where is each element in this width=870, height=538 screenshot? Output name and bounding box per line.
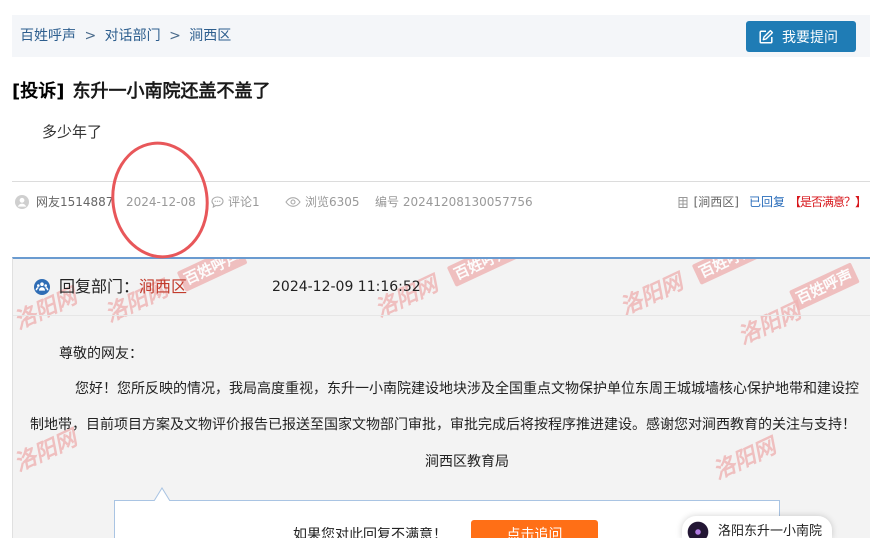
reply-body: 您好！您所反映的情况，我局高度重视，东升一小南院建设地块涉及全国重点文物保护单位… [30, 381, 859, 433]
breadcrumb-separator: > [169, 28, 181, 44]
user-icon [15, 195, 29, 209]
eye-icon [285, 197, 301, 207]
edit-icon [758, 29, 774, 45]
reply-signature: 涧西区教育局 [425, 454, 509, 470]
avatar-icon [687, 521, 709, 538]
reply-department-name: 涧西区 [139, 277, 188, 296]
reply-department-label: 回复部门： [59, 277, 140, 296]
floating-topic-label: 洛阳东升一小南院 [718, 524, 823, 538]
ask-question-label: 我要提问 [782, 29, 838, 46]
post-meta-row: 网友1514887 2024-12-08 评论1 浏览6305 编号 20241… [0, 193, 870, 211]
followup-button[interactable]: 点击追问 [471, 520, 598, 538]
status-badge: 已回复 [748, 195, 785, 209]
view-count: 浏览6305 [305, 195, 360, 209]
comment-count: 评论1 [228, 195, 260, 209]
post-meta-right: [涧西区] 已回复 【是否满意？】 [678, 193, 867, 211]
reply-timestamp: 2024-12-09 11:16:52 [272, 279, 421, 295]
followup-pointer [153, 487, 171, 501]
post-category-tag: [投诉] [12, 81, 65, 102]
breadcrumb-item-baixing-husheng[interactable]: 百姓呼声 [20, 28, 76, 44]
followup-prompt: 如果您对此回复不满意！ [293, 527, 447, 538]
post-title-text: 东升一小南院还盖不盖了 [72, 81, 271, 102]
breadcrumb-item-jianxi-district[interactable]: 涧西区 [189, 28, 231, 44]
divider [12, 181, 870, 182]
comment-icon [211, 196, 224, 208]
breadcrumb-item-duihua-bumen[interactable]: 对话部门 [105, 28, 161, 44]
post-date: 2024-12-08 [126, 195, 196, 209]
page-title: [投诉] 东升一小南院还盖不盖了 [12, 80, 270, 104]
floating-topic-badge[interactable]: 洛阳东升一小南院 [682, 516, 832, 538]
district-link[interactable]: [涧西区] [694, 193, 739, 211]
ask-question-button[interactable]: 我要提问 [746, 21, 856, 52]
satisfaction-link[interactable]: 【是否满意？】 [789, 193, 867, 211]
post-content: 多少年了 [42, 123, 103, 141]
breadcrumb-separator: > [84, 28, 97, 44]
reply-department: 回复部门：涧西区 [59, 277, 187, 297]
reply-greeting: 尊敬的网友： [59, 346, 143, 362]
department-icon [34, 279, 50, 295]
followup-box: 如果您对此回复不满意！ 点击追问 [114, 500, 780, 538]
post-author: 网友1514887 [36, 195, 114, 209]
reply-panel: 洛阳网 百姓呼声 洛阳网 百姓呼声 洛阳网 百姓呼声 百姓呼声 洛阳网 洛阳网 … [12, 257, 870, 538]
building-icon [678, 196, 688, 208]
reply-header: 回复部门：涧西区 2024-12-09 11:16:52 [13, 259, 870, 316]
breadcrumb: 百姓呼声 > 对话部门 > 涧西区 [20, 26, 231, 46]
post-number: 编号 20241208130057756 [375, 195, 533, 209]
breadcrumb-bar: 百姓呼声 > 对话部门 > 涧西区 我要提问 [12, 15, 870, 57]
